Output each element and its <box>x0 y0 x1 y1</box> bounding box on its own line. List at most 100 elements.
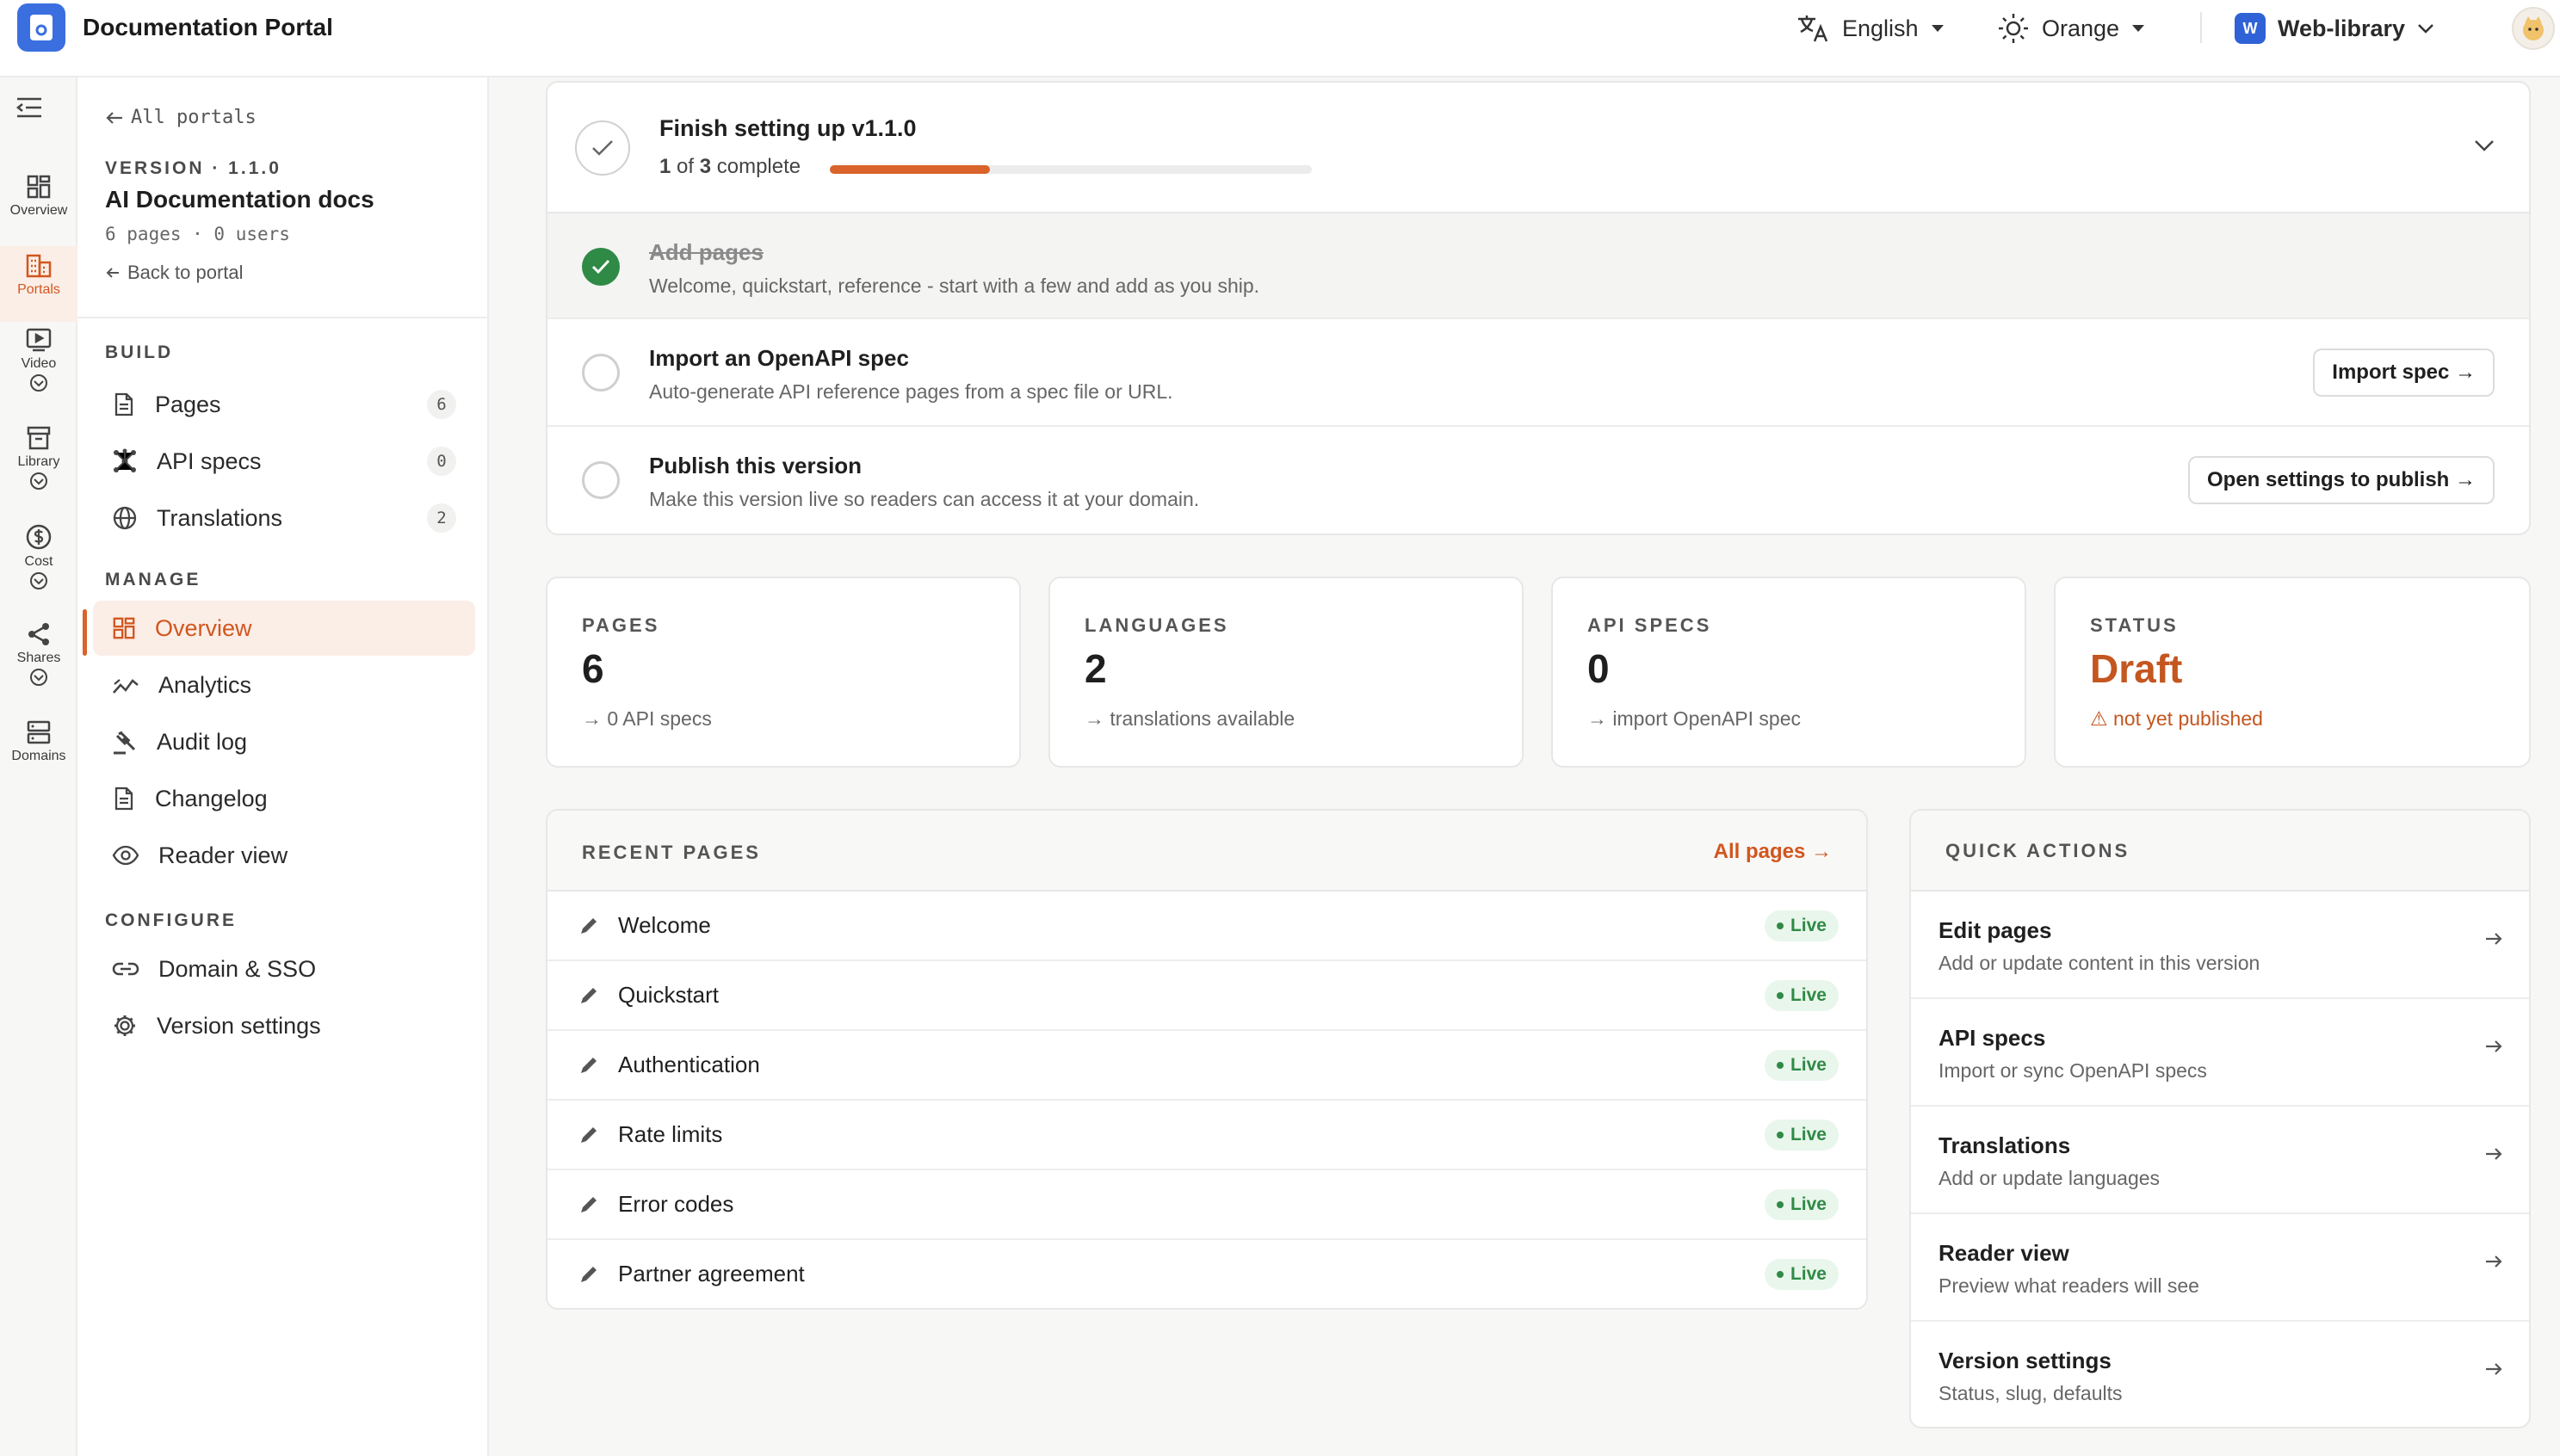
rail-item-portals[interactable]: Portals <box>0 246 77 322</box>
caret-down-icon <box>1931 25 1944 32</box>
grid-icon <box>113 617 135 639</box>
portal-sidebar: All portals VERSION · 1.1.0 AI Documenta… <box>77 77 489 1456</box>
nav-item-translations[interactable]: Translations 2 <box>93 490 475 546</box>
nav-item-api-specs[interactable]: API specs 0 <box>93 434 475 489</box>
stat-value: 0 <box>1587 646 1610 691</box>
pencil-icon[interactable] <box>578 1055 599 1076</box>
rail-item-video[interactable]: Video <box>0 327 77 392</box>
back-to-portal-link[interactable]: Back to portal <box>105 262 244 284</box>
avatar-icon <box>2523 16 2544 40</box>
collapse-sidebar-button[interactable] <box>15 96 43 119</box>
recent-page-row[interactable]: Partner agreement Live <box>547 1240 1866 1308</box>
setup-header[interactable]: Finish setting up v1.1.0 1 of 3 complete <box>547 83 2529 212</box>
dollar-icon <box>26 524 52 550</box>
workspace-badge: W <box>2235 13 2266 44</box>
count-badge: 2 <box>427 503 456 533</box>
all-pages-link[interactable]: All pages → <box>1714 840 1832 864</box>
quick-action-item[interactable]: Reader view Preview what readers will see <box>1911 1214 2529 1322</box>
step-title: Add pages <box>649 239 764 265</box>
status-badge: Live <box>1764 1049 1839 1081</box>
pencil-icon[interactable] <box>578 985 599 1006</box>
arrow-right-icon <box>2486 933 2502 945</box>
icon-rail: Overview Portals Video Library Cost Shar… <box>0 77 77 1456</box>
rail-item-cost[interactable]: Cost <box>0 523 77 590</box>
status-dot <box>1776 1270 1784 1278</box>
recent-pages-card: RECENT PAGES All pages → Welcome Live Quic… <box>546 809 1868 1310</box>
step-incomplete-indicator[interactable] <box>582 354 620 392</box>
app-title: Documentation Portal <box>83 14 333 40</box>
stat-label: PAGES <box>582 614 660 636</box>
pencil-icon[interactable] <box>578 916 599 936</box>
nav-item-domain-sso[interactable]: Domain & SSO <box>93 941 475 996</box>
chevron-down-icon <box>30 472 47 490</box>
language-selector[interactable]: English <box>1796 10 1945 46</box>
rail-item-library[interactable]: Library <box>0 425 77 490</box>
server-icon <box>27 720 51 744</box>
stat-card-languages[interactable]: LANGUAGES 2 → translations available <box>1048 577 1524 768</box>
chevron-down-icon <box>2475 140 2494 151</box>
stat-subtext: → import OpenAPI spec <box>1587 707 1801 730</box>
theme-selector[interactable]: Orange <box>1997 10 2145 46</box>
quick-action-title: Edit pages <box>1939 917 2052 943</box>
pencil-icon[interactable] <box>578 1125 599 1145</box>
step-description: Auto-generate API reference pages from a… <box>649 380 1173 403</box>
chevron-down-icon <box>30 572 47 589</box>
nav-item-reader-view[interactable]: Reader view <box>93 828 475 883</box>
rail-label: Library <box>17 454 60 469</box>
caret-down-icon <box>2132 25 2145 32</box>
stat-value: Draft <box>2090 646 2183 691</box>
recent-page-row[interactable]: Rate limits Live <box>547 1101 1866 1170</box>
arrow-right-icon <box>2486 1040 2502 1052</box>
quick-actions-card: QUICK ACTIONS Edit pages Add or update co… <box>1909 809 2531 1428</box>
theme-label: Orange <box>2042 15 2120 41</box>
quick-action-item[interactable]: Version settings Status, slug, defaults <box>1911 1322 2529 1427</box>
document-icon <box>114 787 133 811</box>
pencil-icon[interactable] <box>578 1194 599 1215</box>
stat-card-pages[interactable]: PAGES 6 → 0 API specs <box>546 577 1021 768</box>
recent-page-row[interactable]: Error codes Live <box>547 1170 1866 1240</box>
globe-icon <box>113 506 137 530</box>
quick-action-item[interactable]: Translations Add or update languages <box>1911 1107 2529 1214</box>
nav-item-changelog[interactable]: Changelog <box>93 771 475 826</box>
rail-item-shares[interactable]: Shares <box>0 621 77 687</box>
rail-item-domains[interactable]: Domains <box>0 719 77 764</box>
chart-line-icon <box>113 679 139 694</box>
nav-item-pages[interactable]: Pages 6 <box>93 377 475 432</box>
app-logo[interactable] <box>17 3 65 52</box>
all-portals-link[interactable]: All portals <box>105 107 257 128</box>
nav-item-analytics[interactable]: Analytics <box>93 657 475 713</box>
status-badge: Live <box>1764 1258 1839 1290</box>
gear-icon <box>114 1015 135 1036</box>
step-description: Welcome, quickstart, reference - start w… <box>649 275 1260 297</box>
import-spec-button[interactable]: Import spec → <box>2313 349 2495 397</box>
portal-name: AI Documentation docs <box>105 186 374 213</box>
quick-action-title: Reader view <box>1939 1240 2069 1266</box>
workspace-label: Web-library <box>2278 15 2406 41</box>
recent-page-row[interactable]: Welcome Live <box>547 891 1866 961</box>
recent-page-row[interactable]: Quickstart Live <box>547 961 1866 1031</box>
active-indicator <box>83 609 87 656</box>
stat-card-status[interactable]: STATUS Draft ⚠ not yet published <box>2054 577 2531 768</box>
pencil-icon[interactable] <box>578 1264 599 1285</box>
setup-step-add-pages[interactable]: Add pages Welcome, quickstart, reference… <box>547 212 2529 319</box>
quick-action-subtitle: Add or update content in this version <box>1939 952 2260 974</box>
stat-card-api-specs[interactable]: API SPECS 0 → import OpenAPI spec <box>1551 577 2026 768</box>
section-title: RECENT PAGES <box>582 842 761 863</box>
chevron-down-icon <box>2418 24 2433 34</box>
user-avatar[interactable] <box>2512 7 2555 50</box>
page-icon <box>114 392 133 416</box>
nav-item-version-settings[interactable]: Version settings <box>93 998 475 1053</box>
top-bar: Documentation Portal English Orange W We… <box>0 0 2560 77</box>
nav-item-audit-log[interactable]: Audit log <box>93 714 475 769</box>
quick-action-item[interactable]: API specs Import or sync OpenAPI specs <box>1911 999 2529 1107</box>
step-incomplete-indicator[interactable] <box>582 461 620 499</box>
recent-page-row[interactable]: Authentication Live <box>547 1031 1866 1101</box>
nav-item-overview[interactable]: Overview <box>93 601 475 656</box>
open-settings-to-publish-button[interactable]: Open settings to publish → <box>2188 456 2495 504</box>
workspace-selector[interactable]: W Web-library <box>2235 10 2434 46</box>
chevron-down-icon <box>30 374 47 392</box>
rail-item-overview[interactable]: Overview <box>0 174 77 219</box>
step-title: Import an OpenAPI spec <box>649 345 909 371</box>
quick-action-item[interactable]: Edit pages Add or update content in this … <box>1911 891 2529 999</box>
divider <box>77 317 487 318</box>
